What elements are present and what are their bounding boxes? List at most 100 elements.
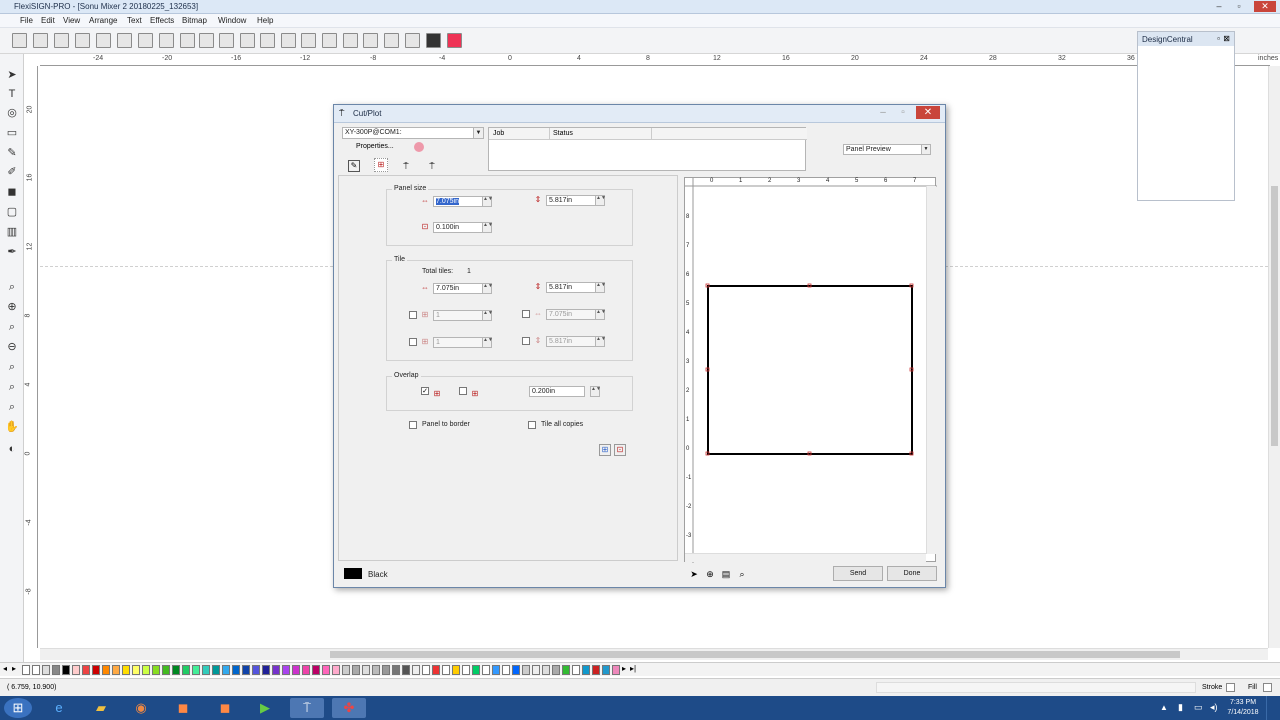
zoom-in-icon[interactable]: ⊕ bbox=[5, 300, 19, 314]
horizontal-scrollbar[interactable] bbox=[40, 648, 1268, 660]
tile-cols-spinner[interactable]: ▲▼ bbox=[482, 310, 493, 321]
panel-to-border-checkbox[interactable] bbox=[409, 421, 417, 429]
device-select[interactable]: XY-300P@COM1: ▼ bbox=[342, 127, 484, 139]
terminal-icon[interactable]: ▶ bbox=[248, 698, 282, 718]
swatch-none[interactable] bbox=[22, 665, 30, 675]
panel-preview[interactable]: 0 1 2 3 4 5 6 7 8 7 6 5 4 3 2 1 0 -1 -2 … bbox=[684, 177, 937, 563]
swatch[interactable] bbox=[192, 665, 200, 675]
swatch[interactable] bbox=[582, 665, 590, 675]
swatch[interactable] bbox=[522, 665, 530, 675]
node-edit-icon[interactable]: ✎ bbox=[5, 146, 19, 160]
swatch[interactable] bbox=[552, 665, 560, 675]
swatch[interactable] bbox=[462, 665, 470, 675]
file-explorer-icon[interactable]: ▰ bbox=[84, 698, 118, 718]
copy-icon[interactable] bbox=[199, 33, 214, 48]
zoom-box-icon[interactable]: ⌕ bbox=[5, 320, 19, 334]
swatch[interactable] bbox=[352, 665, 360, 675]
fill-tool-icon[interactable]: ◼ bbox=[5, 185, 19, 199]
panel-height-field[interactable]: 5.817in bbox=[546, 195, 596, 206]
tile-row-height-spinner[interactable]: ▲▼ bbox=[595, 336, 606, 347]
tile-width-field[interactable]: 7.075in bbox=[433, 283, 483, 294]
weld-icon[interactable] bbox=[384, 33, 399, 48]
overlap-vertical-checkbox[interactable] bbox=[459, 387, 467, 395]
tray-volume-icon[interactable]: ◂) bbox=[1210, 702, 1218, 713]
swatch[interactable] bbox=[382, 665, 390, 675]
send-button[interactable]: Send bbox=[833, 566, 883, 581]
swatch-white[interactable] bbox=[32, 665, 40, 675]
palette-end-icon[interactable]: ▸| bbox=[630, 664, 636, 673]
menu-text[interactable]: Text bbox=[127, 16, 142, 25]
panel-width-field[interactable]: 7.075in bbox=[433, 196, 483, 207]
paste-icon[interactable] bbox=[219, 33, 234, 48]
tile-col-width-field[interactable]: 7.075in bbox=[546, 309, 596, 320]
overlap-spinner[interactable]: ▲▼ bbox=[590, 386, 601, 397]
flexisign-task-icon[interactable]: ✤ bbox=[332, 698, 366, 718]
dialog-close-icon[interactable]: ✕ bbox=[916, 106, 940, 119]
tab-advanced-icon[interactable]: ⍑ bbox=[426, 160, 438, 172]
overlap-horizontal-checkbox[interactable]: ✓ bbox=[421, 387, 429, 395]
preview-zoom-icon[interactable]: ⊕ bbox=[704, 568, 716, 580]
menu-arrange[interactable]: Arrange bbox=[89, 16, 117, 25]
menu-edit[interactable]: Edit bbox=[41, 16, 55, 25]
panel-height-spinner[interactable]: ▲▼ bbox=[595, 195, 606, 206]
production-manager-icon[interactable] bbox=[159, 33, 174, 48]
swatch[interactable] bbox=[82, 665, 90, 675]
swatch[interactable] bbox=[42, 665, 50, 675]
swatch[interactable] bbox=[482, 665, 490, 675]
dialog-minimize-icon[interactable]: – bbox=[874, 106, 892, 119]
panel-margin-spinner[interactable]: ▲▼ bbox=[482, 222, 493, 233]
cutplot-task-icon[interactable]: ⍑ bbox=[290, 698, 324, 718]
swatch[interactable] bbox=[152, 665, 160, 675]
swatch[interactable] bbox=[182, 665, 190, 675]
tray-network-icon[interactable]: ▮ bbox=[1178, 702, 1183, 713]
swatch[interactable] bbox=[242, 665, 250, 675]
zoom-icon[interactable] bbox=[405, 33, 420, 48]
tab-panel-icon[interactable]: ⊞ bbox=[374, 158, 388, 172]
swatch[interactable] bbox=[272, 665, 280, 675]
swatch[interactable] bbox=[442, 665, 450, 675]
tray-chevron-icon[interactable]: ▲ bbox=[1160, 703, 1168, 712]
tile-col-width-spinner[interactable]: ▲▼ bbox=[595, 309, 606, 320]
start-button-icon[interactable]: ⊞ bbox=[4, 698, 32, 718]
preview-mode-select[interactable]: Panel Preview ▼ bbox=[843, 144, 931, 155]
minimize-icon[interactable]: – bbox=[1212, 1, 1226, 12]
designcentral-minimize-icon[interactable]: ▫ bbox=[1217, 34, 1220, 43]
group-icon[interactable] bbox=[322, 33, 337, 48]
clock-date[interactable]: 7/14/2018 bbox=[1226, 709, 1260, 716]
chrome-icon[interactable]: ◉ bbox=[124, 698, 158, 718]
undo-list-icon[interactable] bbox=[260, 33, 275, 48]
menu-help[interactable]: Help bbox=[257, 16, 273, 25]
swatch[interactable] bbox=[222, 665, 230, 675]
swatch[interactable] bbox=[572, 665, 580, 675]
preview-select-icon[interactable]: ➤ bbox=[688, 568, 700, 580]
tile-row-height-checkbox[interactable] bbox=[522, 337, 530, 345]
combine-icon[interactable] bbox=[363, 33, 378, 48]
undo-icon[interactable] bbox=[240, 33, 255, 48]
menu-bitmap[interactable]: Bitmap bbox=[182, 16, 207, 25]
color-palette-icon[interactable] bbox=[426, 33, 441, 48]
column-status[interactable]: Status bbox=[553, 130, 573, 137]
print-icon[interactable] bbox=[117, 33, 132, 48]
tile-row-height-field[interactable]: 5.817in bbox=[546, 336, 596, 347]
tab-general-icon[interactable]: ✎ bbox=[348, 160, 360, 172]
zoom-tool-icon[interactable]: ⌕ bbox=[5, 280, 19, 294]
new-icon[interactable] bbox=[12, 33, 27, 48]
swatch[interactable] bbox=[592, 665, 600, 675]
tile-cols-field[interactable]: 1 bbox=[433, 310, 483, 321]
swatch[interactable] bbox=[112, 665, 120, 675]
done-button[interactable]: Done bbox=[887, 566, 937, 581]
overlap-field[interactable]: 0.200in bbox=[529, 386, 585, 397]
tile-rows-checkbox[interactable] bbox=[409, 338, 417, 346]
pan-hand-icon[interactable]: ✋ bbox=[5, 420, 19, 434]
internet-explorer-icon[interactable]: e bbox=[42, 698, 76, 718]
chevron-down-icon[interactable]: ▼ bbox=[921, 145, 930, 154]
swatch[interactable] bbox=[412, 665, 420, 675]
swatch[interactable] bbox=[472, 665, 480, 675]
swatch[interactable] bbox=[422, 665, 430, 675]
swatch[interactable] bbox=[492, 665, 500, 675]
swatch[interactable] bbox=[302, 665, 310, 675]
shape-tool-icon[interactable]: ◎ bbox=[5, 106, 19, 120]
swatch[interactable] bbox=[362, 665, 370, 675]
tile-height-field[interactable]: 5.817in bbox=[546, 282, 596, 293]
color-settings-icon[interactable] bbox=[414, 142, 424, 152]
